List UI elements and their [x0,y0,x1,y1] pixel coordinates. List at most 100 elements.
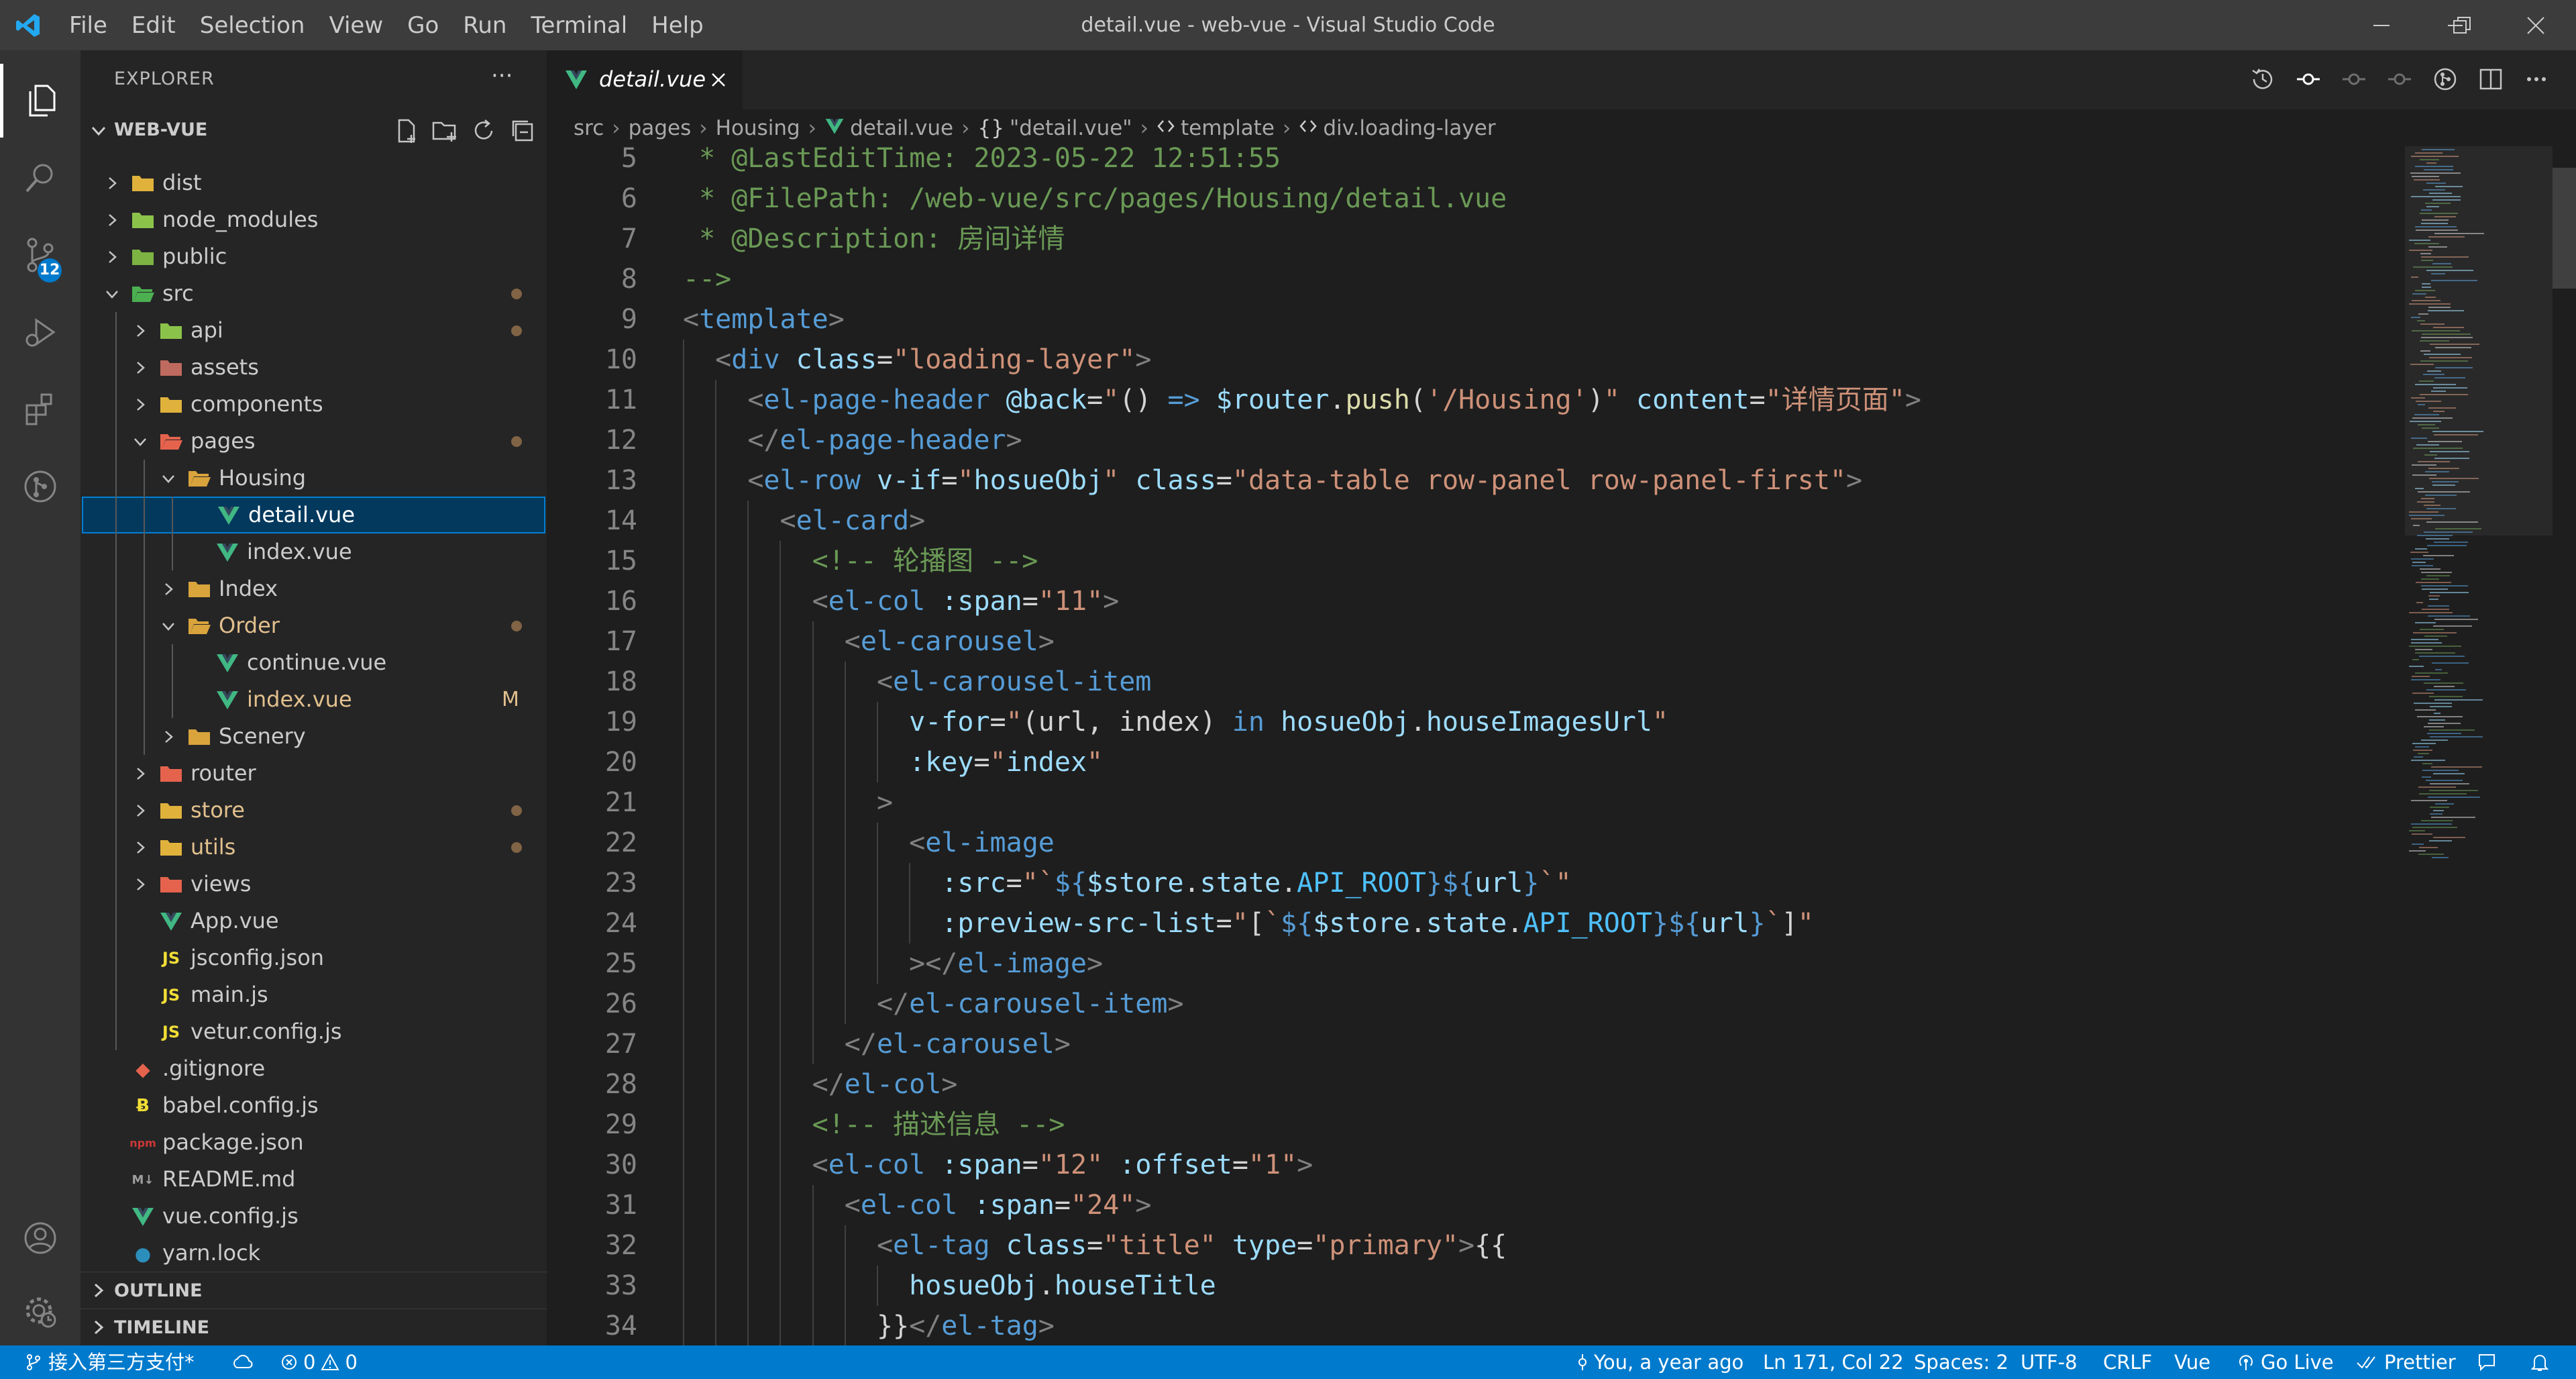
menu-view[interactable]: View [329,12,383,39]
file-app-vue[interactable]: App.vue [80,903,547,939]
outline-panel-header[interactable]: OUTLINE [80,1272,547,1309]
line-number: 28 [604,1069,637,1100]
folder-src[interactable]: src [80,275,547,312]
folder-pages[interactable]: pages [80,423,547,460]
file-babel-config-js[interactable]: Ƀbabel.config.js [80,1087,547,1124]
menu-edit[interactable]: Edit [131,12,176,39]
chevron-right-icon [94,1283,104,1298]
next-change-icon[interactable] [2387,66,2412,92]
file-vue-config-js[interactable]: vue.config.js [80,1198,547,1235]
menu-selection[interactable]: Selection [200,12,305,39]
minimize-window-button[interactable] [2341,0,2422,50]
folder-router[interactable]: router [80,755,547,792]
folder-housing[interactable]: Housing [80,460,547,497]
folder-api[interactable]: api [80,312,547,349]
cursor-position[interactable]: Ln 171, Col 22 [1763,1345,1904,1379]
breadcrumb-item[interactable]: Housing [716,116,800,140]
git-blame-status[interactable]: You, a year ago [1576,1345,1743,1379]
breadcrumb-item[interactable]: "detail.vue" [1010,116,1132,140]
sync-status[interactable] [231,1345,253,1379]
file-yarn-lock[interactable]: ● yarn.lock [80,1235,547,1272]
file-main-js[interactable]: JS main.js [80,976,547,1013]
previous-change-icon[interactable] [2341,66,2367,92]
file-vetur-config-js[interactable]: JS vetur.config.js [80,1013,547,1050]
language-mode[interactable]: Vue [2174,1345,2210,1379]
problems-status[interactable]: 0 0 [280,1345,358,1379]
open-changes-icon[interactable] [2432,66,2458,92]
close-window-button[interactable] [2496,0,2576,50]
breadcrumb-item[interactable]: div.loading-layer [1323,116,1495,140]
npm-file-icon: npm [129,1136,156,1150]
search-activity-button[interactable] [0,141,80,215]
file-package-json[interactable]: npm package.json [80,1124,547,1161]
file-index-vue[interactable]: index.vue [80,533,547,570]
code-text: <el-card> [780,505,926,536]
run-debug-activity-button[interactable] [0,295,80,369]
minimap-line [2420,568,2440,570]
refresh-icon[interactable] [470,117,497,144]
menu-go[interactable]: Go [407,12,439,39]
explorer-activity-button[interactable] [0,64,80,138]
menu-help[interactable]: Help [651,12,704,39]
manage-activity-button[interactable] [0,1275,80,1349]
menu-file[interactable]: File [69,12,107,39]
breadcrumb-item[interactable]: detail.vue [850,116,953,140]
folder-scenery[interactable]: Scenery [80,718,547,755]
more-actions-icon[interactable] [2524,66,2549,92]
folder-components[interactable]: components [80,386,547,423]
breadcrumb-item[interactable]: src [574,116,604,140]
file-detail-vue[interactable]: detail.vue [82,497,545,533]
file--gitignore[interactable]: ◆ .gitignore [80,1050,547,1087]
error-icon [282,1355,297,1370]
folder-index[interactable]: Index [80,570,547,607]
vertical-scrollbar[interactable] [2553,146,2576,1345]
breadcrumb-item[interactable]: pages [629,116,692,140]
folder-order[interactable]: Order [80,607,547,644]
folder-dist[interactable]: dist [80,164,547,201]
file-continue-vue[interactable]: continue.vue [80,644,547,681]
go-live-button[interactable]: Go Live [2237,1345,2334,1379]
eol-status[interactable]: CRLF [2103,1345,2152,1379]
extensions-activity-button[interactable] [0,372,80,446]
indentation-status[interactable]: Spaces: 2 [1914,1345,2008,1379]
close-tab-icon[interactable] [710,72,727,88]
timeline-history-icon[interactable] [2250,66,2275,92]
file-readme-md[interactable]: M↓ README.md [80,1161,547,1198]
prettier-status[interactable]: Prettier [2356,1345,2456,1379]
indent-guide [780,823,782,863]
breadcrumb-item[interactable]: template [1181,116,1275,140]
git-graph-activity-button[interactable] [0,450,80,523]
branch-status[interactable]: 接入第三方支付* [24,1345,195,1379]
git-commit-icon[interactable] [2296,66,2321,92]
file-jsconfig-json[interactable]: JS jsconfig.json [80,939,547,976]
source-control-activity-button[interactable]: 12 [0,218,80,292]
encoding-status[interactable]: UTF-8 [2021,1345,2078,1379]
explorer-more-actions[interactable]: ··· [491,62,513,89]
minimap[interactable] [2405,146,2559,1345]
indent-guide [683,1145,684,1185]
menu-terminal[interactable]: Terminal [531,12,627,39]
restore-window-button[interactable] [2422,0,2502,50]
folder-views[interactable]: views [80,866,547,903]
folder-public[interactable]: public [80,238,547,275]
collapse-all-icon[interactable] [509,117,536,144]
folder-store[interactable]: store [80,792,547,829]
menu-run[interactable]: Run [463,12,506,39]
new-file-icon[interactable] [392,117,419,144]
code-editor[interactable]: 5 * @LastEditTime: 2023-05-22 12:51:55 6 … [547,146,2405,1345]
notifications-button[interactable] [2530,1345,2549,1379]
folder-node-modules[interactable]: node_modules [80,201,547,238]
minimap-line [2429,599,2438,600]
file-index-vue[interactable]: index.vue M [80,681,547,718]
split-editor-icon[interactable] [2478,66,2504,92]
timeline-panel-header[interactable]: TIMELINE [80,1309,547,1346]
accounts-activity-button[interactable] [0,1201,80,1275]
folder-utils[interactable]: utils [80,829,547,866]
feedback-button[interactable] [2477,1345,2497,1379]
tab-detail-vue[interactable]: detail.vue [547,50,743,109]
indent-guide [780,1105,782,1145]
new-folder-icon[interactable] [431,117,458,144]
workspace-header[interactable]: WEB-VUE [80,114,547,148]
folder-assets[interactable]: assets [80,349,547,386]
scrollbar-thumb[interactable] [2553,168,2576,289]
